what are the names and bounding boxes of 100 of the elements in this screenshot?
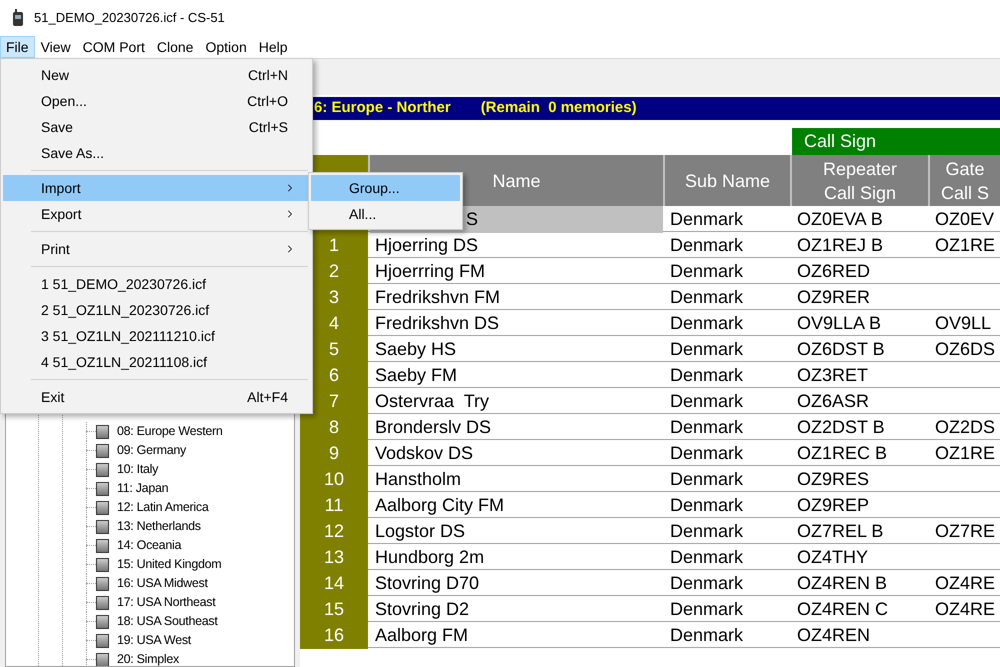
table-cell-text: Logstor DS	[374, 520, 466, 543]
tree-item[interactable]: 15: United Kingdom	[117, 555, 222, 574]
table-cell-text: Denmark	[669, 598, 744, 621]
table-cell-text: OZ9REP	[796, 494, 870, 517]
table-cell-text: OZ2DST B	[796, 416, 886, 439]
menu-item[interactable]: Open... Ctrl+O	[3, 88, 310, 114]
row-number[interactable]: 13	[300, 544, 368, 571]
table-cell-text: OZ4THY	[796, 546, 870, 569]
document-icon	[96, 424, 109, 438]
table-cell-text: Denmark	[669, 312, 744, 335]
table-cell-text: Denmark	[669, 624, 744, 647]
table-cell-text: OV9LLA B	[796, 312, 882, 335]
document-icon	[96, 652, 109, 666]
document-icon	[96, 538, 109, 552]
row-number[interactable]: 8	[300, 414, 368, 441]
tree-item[interactable]: 18: USA Southeast	[117, 612, 218, 631]
table-cell-text: Denmark	[669, 442, 744, 465]
column-header[interactable]: Sub Name	[665, 155, 790, 206]
row-number[interactable]: 9	[300, 440, 368, 467]
table-cell-text: OZ1REJ B	[796, 234, 884, 257]
document-icon	[96, 596, 109, 610]
table-cell-text: OZ9RER	[796, 286, 872, 309]
row-number[interactable]: 12	[300, 518, 368, 545]
table-cell-text: OZ4REN C	[796, 598, 890, 621]
tree-item[interactable]: 08: Europe Western	[117, 422, 223, 441]
tree-item[interactable]: 14: Oceania	[117, 536, 182, 555]
table-cell-text: Bronderslv DS	[374, 416, 492, 439]
document-icon	[96, 462, 109, 476]
document-icon	[96, 444, 109, 458]
tree-item[interactable]: 16: USA Midwest	[117, 574, 208, 593]
table-cell-text: Denmark	[669, 546, 744, 569]
table-cell-text: Denmark	[669, 520, 744, 543]
tree-item[interactable]: 12: Latin America	[117, 498, 208, 517]
menu-item[interactable]: Save Ctrl+S	[3, 114, 310, 140]
tree-item[interactable]: 19: USA West	[117, 631, 191, 650]
document-icon	[96, 558, 109, 572]
table-cell-text: Saeby FM	[374, 364, 458, 387]
tree-item[interactable]: 10: Italy	[117, 460, 158, 479]
menu-item[interactable]: Save As...	[3, 140, 310, 166]
row-number[interactable]: 15	[300, 596, 368, 623]
table-cell-text: Stovring D70	[374, 572, 480, 595]
table-cell-text: Denmark	[669, 468, 744, 491]
table-cell-text: OZ7RE	[934, 520, 996, 543]
tree-item[interactable]: 17: USA Northeast	[117, 593, 216, 612]
table-cell-text: Denmark	[669, 494, 744, 517]
menu-bar-item[interactable]: Help	[252, 36, 294, 58]
menu-bar-item[interactable]: Option	[199, 36, 253, 58]
window-title: 51_DEMO_20230726.icf - CS-51	[34, 9, 225, 28]
menu-bar-item[interactable]: File	[0, 36, 35, 58]
remain-count: (Remain 0 memories)	[480, 98, 637, 118]
table-cell-text: OZ3RET	[796, 364, 870, 387]
tree-item[interactable]: 13: Netherlands	[117, 517, 201, 536]
table-cell-text: Denmark	[669, 416, 744, 439]
table-cell-text: OZ6DST B	[796, 338, 886, 361]
table-cell-text: OZ1RE	[934, 234, 996, 257]
table-cell-text: OZ6ASR	[796, 390, 870, 413]
column-group-header: Call Sign	[792, 128, 1000, 155]
table-cell-text: Denmark	[669, 390, 744, 413]
menu-item[interactable]: Group...	[311, 175, 460, 201]
table-cell-text: OZ4RE	[934, 572, 996, 595]
table-cell-text: Hanstholm	[374, 468, 462, 491]
table-cell-text: Denmark	[669, 286, 744, 309]
table-cell-text: OZ4REN B	[796, 572, 888, 595]
table-cell-text: Aalborg FM	[374, 624, 470, 647]
document-icon	[96, 500, 109, 514]
document-icon	[96, 614, 109, 628]
menu-item[interactable]: New Ctrl+N	[3, 62, 310, 88]
table-cell-text: Denmark	[669, 234, 744, 257]
tree-item[interactable]: 11: Japan	[117, 479, 168, 498]
row-number[interactable]: 14	[300, 570, 368, 597]
table-cell-text: OZ0EV	[934, 208, 996, 231]
table-cell-text: Hundborg 2m	[374, 546, 486, 569]
table-cell-text: Denmark	[669, 338, 744, 361]
menu-bar-item[interactable]: COM Port	[76, 36, 151, 58]
table-cell-text: OZ7REL B	[796, 520, 884, 543]
row-number[interactable]: 10	[300, 466, 368, 493]
table-cell-text: Denmark	[669, 208, 744, 231]
menu-bar-item[interactable]: View	[34, 36, 77, 58]
group-title: 6: Europe - Norther	[314, 98, 451, 118]
menu-bar-item[interactable]: Clone	[150, 36, 200, 58]
table-cell-text: OZ9RES	[796, 468, 870, 491]
tree-item[interactable]: 09: Germany	[117, 441, 186, 460]
table-cell-text: Denmark	[669, 260, 744, 283]
tree-item[interactable]: 20: Simplex	[117, 650, 180, 666]
table-cell-text: OV9LL	[934, 312, 992, 335]
table-cell-text: Vodskov DS	[374, 442, 474, 465]
table-cell-text: Aalborg City FM	[374, 494, 506, 517]
table-cell-text: Ostervraa Try	[374, 390, 490, 413]
radio-icon	[12, 9, 24, 27]
menu-item[interactable]: Export	[3, 201, 310, 227]
row-number[interactable]: 16	[300, 622, 368, 649]
menu-item[interactable]: Import	[3, 175, 310, 201]
row-number[interactable]: 11	[300, 492, 368, 519]
table-cell-text: OZ0EVA B	[796, 208, 884, 231]
column-header[interactable]: Gate Call S	[930, 155, 1000, 206]
table-cell-text: OZ4REN	[796, 624, 872, 647]
table-cell-text: Fredrikshvn FM	[374, 286, 502, 309]
table-cell-text: Stovring D2	[374, 598, 470, 621]
table-cell-text: Hjoerring DS	[374, 234, 480, 257]
column-header[interactable]: Repeater Call Sign	[792, 155, 928, 206]
